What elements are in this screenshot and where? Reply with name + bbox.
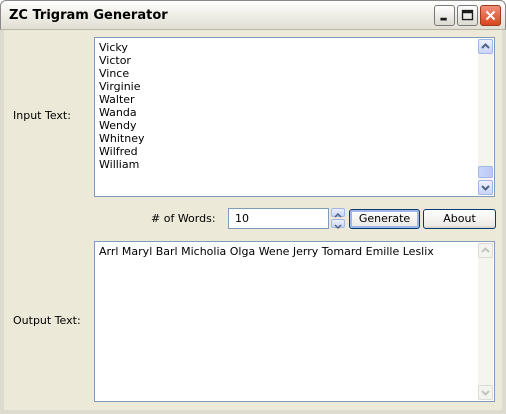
- input-line: Virginie: [99, 80, 141, 93]
- input-lines: Vicky Victor Vince Virginie Walter Wanda…: [99, 41, 144, 171]
- title-bar[interactable]: ZC Trigram Generator: [0, 0, 506, 30]
- minimize-icon: [440, 17, 447, 21]
- stepper-down-button[interactable]: [331, 219, 345, 230]
- input-text-label: Input Text:: [13, 109, 71, 122]
- input-line: Vince: [99, 67, 130, 80]
- output-text-label: Output Text:: [13, 314, 81, 327]
- window-controls: [434, 5, 501, 26]
- arrow-up-icon: [334, 212, 342, 218]
- input-line: Walter: [99, 93, 135, 106]
- scroll-down-button[interactable]: [478, 180, 493, 195]
- close-button[interactable]: [480, 5, 501, 26]
- window-frame-right: [502, 30, 506, 414]
- chevron-up-icon: [481, 247, 490, 253]
- about-button[interactable]: About: [423, 209, 496, 229]
- chevron-down-icon: [481, 390, 490, 396]
- chevron-down-icon: [481, 185, 490, 191]
- stepper-up-button[interactable]: [331, 208, 345, 218]
- output-text: Arrl Maryl Barl Micholia Olga Wene Jerry…: [99, 245, 434, 258]
- window-title: ZC Trigram Generator: [9, 8, 168, 23]
- input-line: Wanda: [99, 106, 137, 119]
- generate-button[interactable]: Generate: [349, 209, 420, 229]
- scroll-up-button[interactable]: [478, 39, 493, 54]
- input-line: Whitney: [99, 132, 145, 145]
- input-line: Vicky: [99, 41, 128, 54]
- input-line: Wilfred: [99, 145, 138, 158]
- output-scrollbar[interactable]: [478, 243, 493, 400]
- close-icon: [485, 10, 496, 21]
- input-scrollbar[interactable]: [478, 39, 493, 195]
- words-count-stepper[interactable]: [331, 208, 345, 230]
- window-frame-bottom: [0, 410, 506, 414]
- arrow-down-icon: [334, 224, 342, 230]
- minimize-button[interactable]: [434, 5, 455, 26]
- input-line: Victor: [99, 54, 131, 67]
- input-textarea[interactable]: Vicky Victor Vince Virginie Walter Wanda…: [94, 37, 495, 197]
- maximize-icon: [461, 9, 474, 21]
- chevron-up-icon: [481, 43, 490, 49]
- output-textarea[interactable]: Arrl Maryl Barl Micholia Olga Wene Jerry…: [94, 241, 495, 402]
- words-count-input[interactable]: 10: [228, 208, 329, 229]
- maximize-button[interactable]: [457, 5, 478, 26]
- input-line: William: [99, 158, 140, 171]
- output-scroll-down-button[interactable]: [478, 385, 493, 400]
- words-count-label: # of Words:: [151, 212, 216, 225]
- client-area: Input Text: Vicky Victor Vince Virginie …: [4, 30, 502, 410]
- output-scroll-up-button[interactable]: [478, 243, 493, 258]
- input-line: Wendy: [99, 119, 137, 132]
- scroll-thumb[interactable]: [478, 166, 493, 178]
